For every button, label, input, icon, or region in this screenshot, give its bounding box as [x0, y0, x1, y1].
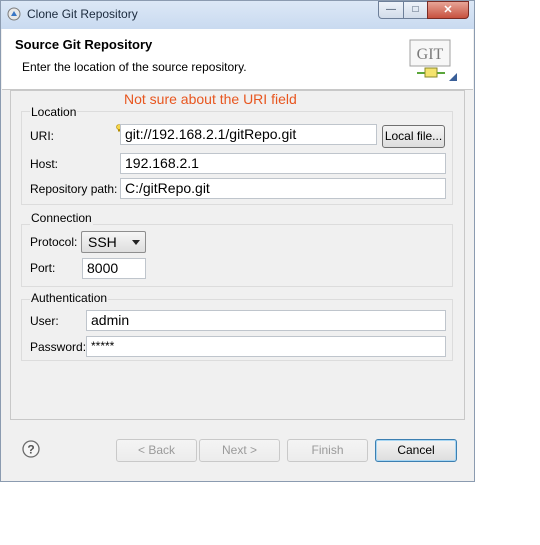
- wizard-header: Source Git Repository Enter the location…: [2, 29, 473, 90]
- dropdown-arrow-icon: [132, 240, 140, 245]
- close-button[interactable]: ✕: [427, 1, 469, 19]
- cancel-button[interactable]: Cancel: [375, 439, 457, 462]
- port-input[interactable]: 8000: [82, 258, 146, 279]
- title-bar: Clone Git Repository — □ ✕: [1, 1, 474, 29]
- host-input[interactable]: 192.168.2.1: [120, 153, 446, 174]
- maximize-button[interactable]: □: [403, 1, 428, 19]
- next-button[interactable]: Next >: [199, 439, 280, 462]
- finish-button[interactable]: Finish: [287, 439, 368, 462]
- authentication-group-title: Authentication: [30, 291, 109, 305]
- port-label: Port:: [30, 261, 56, 275]
- password-label: Password:: [30, 340, 87, 354]
- minimize-button[interactable]: —: [378, 1, 404, 19]
- git-logo-icon: GIT: [409, 39, 457, 81]
- connection-group-title: Connection: [30, 211, 93, 225]
- back-button[interactable]: < Back: [116, 439, 197, 462]
- protocol-label: Protocol:: [30, 235, 78, 249]
- window-title: Clone Git Repository: [27, 7, 138, 21]
- repository-path-label: Repository path:: [30, 182, 118, 196]
- uri-input[interactable]: git://192.168.2.1/gitRepo.git: [120, 124, 377, 145]
- uri-annotation: Not sure about the URI field: [124, 91, 297, 107]
- uri-label: URI:: [30, 129, 54, 143]
- password-input[interactable]: *****: [86, 336, 446, 357]
- git-app-icon: [7, 7, 21, 21]
- user-input[interactable]: admin: [86, 310, 446, 331]
- host-label: Host:: [30, 157, 59, 171]
- git-logo-text: GIT: [417, 46, 444, 63]
- page-title: Source Git Repository: [15, 37, 153, 52]
- location-group-title: Location: [30, 105, 78, 119]
- help-icon[interactable]: ?: [22, 440, 40, 458]
- protocol-selected-value: SSH: [88, 234, 117, 250]
- local-file-button[interactable]: Local file...: [382, 125, 445, 148]
- page-description: Enter the location of the source reposit…: [22, 60, 247, 74]
- window-controls: — □ ✕: [378, 1, 469, 20]
- svg-text:?: ?: [27, 443, 34, 457]
- protocol-select[interactable]: SSH: [81, 231, 146, 253]
- user-label: User:: [30, 314, 59, 328]
- repository-path-input[interactable]: C:/gitRepo.git: [120, 178, 446, 199]
